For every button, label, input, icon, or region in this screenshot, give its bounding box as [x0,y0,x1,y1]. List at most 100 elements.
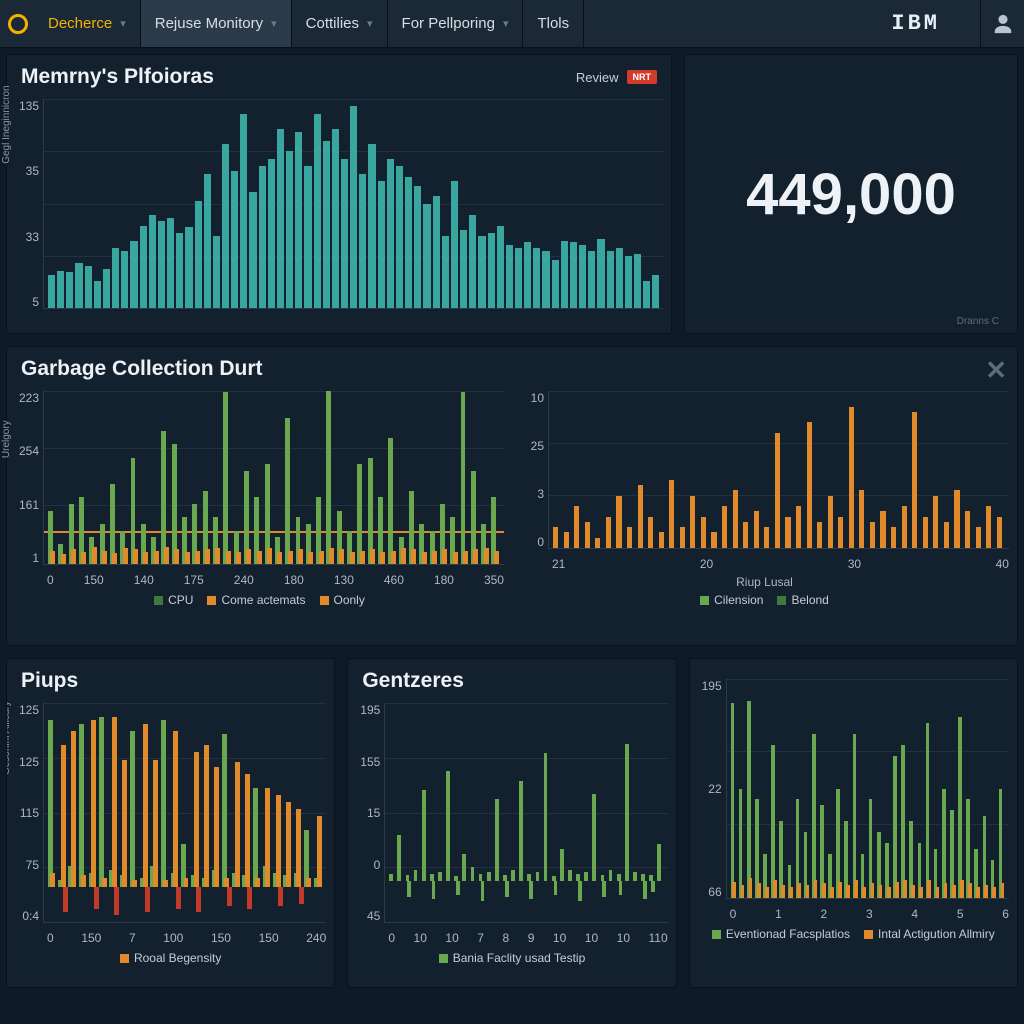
bar [57,271,64,308]
x-tick: 10 [617,931,630,945]
bar [161,720,166,887]
bar [388,438,393,564]
legend-item[interactable]: Belond [777,593,828,607]
nav-item-pellporing[interactable]: For Pellporing ▾ [388,0,524,47]
user-menu[interactable] [980,0,1024,47]
bar [329,548,334,564]
bar [497,226,504,308]
y-tick: 15 [367,806,380,820]
bar [999,789,1003,899]
bar [812,734,816,898]
bar [85,266,92,308]
legend-item[interactable]: CPU [154,593,193,607]
bar [633,872,637,881]
bar [627,527,632,548]
x-tick: 0 [47,931,54,945]
legend-item[interactable]: Bania Faclity usad Testip [439,951,586,965]
bar [552,260,559,308]
review-link[interactable]: Review [576,70,619,85]
bar [396,166,403,308]
plot-area[interactable] [43,703,326,923]
bar [446,771,450,881]
bar [944,522,949,548]
y-axis: 2232541611 [9,391,43,565]
bar [997,517,1002,548]
bar [495,799,499,881]
legend-item[interactable]: Oonly [320,593,365,607]
plot-area[interactable] [43,391,504,565]
bar [442,549,447,564]
legend-item[interactable]: Come actemats [207,593,305,607]
bar [641,874,645,881]
bar [149,215,156,308]
chart-right3: 1952266 [690,673,1017,903]
x-tick: 30 [848,557,861,571]
bar [442,236,449,308]
bar [651,881,655,892]
x-tick: 5 [957,907,964,921]
y-tick: 22 [708,782,721,796]
x-axis: 0150140175240180130460180350 [7,569,512,589]
bar [657,844,661,880]
bar [224,878,229,886]
bar [285,418,290,564]
bar [588,251,595,308]
bar [422,790,426,881]
bar [245,774,250,887]
x-tick: 240 [306,931,326,945]
bar [754,511,759,548]
bar [478,236,485,308]
bar [204,745,209,886]
bar [368,144,375,308]
bar [430,874,434,881]
legend-item[interactable]: Cilension [700,593,763,607]
bar [298,549,303,564]
y-axis: 19515515045 [350,703,384,923]
bar [112,553,117,564]
bar [103,269,110,308]
bar [246,549,251,564]
bar [473,549,478,564]
y-tick: 1 [32,551,39,565]
bar [195,551,200,564]
bar [634,254,641,308]
bar [923,517,928,548]
plot-area[interactable] [43,99,663,309]
bar [669,480,674,548]
bar [494,551,499,564]
bar [830,887,834,898]
plot-area[interactable] [548,391,1009,549]
y-axis-label: Gesoninl Aillcury [6,701,12,775]
detail-link[interactable]: Dranns C [947,314,1009,329]
nav-item-decherce[interactable]: Decherce ▾ [34,0,141,47]
bar [960,880,964,898]
bar [359,174,366,308]
legend-item[interactable]: Intal Actigution Allmiry [864,927,995,941]
x-tick: 8 [502,931,509,945]
bar [469,215,476,308]
bar [66,272,73,308]
y-tick: 254 [19,444,39,458]
bar [92,547,97,564]
close-icon[interactable]: ✕ [985,355,1007,386]
bar [592,794,596,881]
bar [145,887,150,912]
nav-item-tools[interactable]: Tlols [523,0,584,47]
bar [154,551,159,564]
chart-memory: Gegl Ineginnicron 13535335 [7,93,671,313]
panel-gentzeres: Gentzeres 19515515045 01010789101010110 … [347,658,676,988]
legend-item[interactable]: Eventionad Facsplatios [712,927,850,941]
bar [578,881,582,901]
bar [317,816,322,887]
legend-item[interactable]: Rooal Begensity [120,951,221,965]
nav-item-cottilies[interactable]: Cottilies ▾ [292,0,388,47]
panel-title: Garbage Collection Durt [21,357,263,381]
plot-area[interactable] [384,703,667,923]
bar [360,551,365,564]
chart-gentzeres: 19515515045 [348,697,675,927]
bar [544,753,548,881]
plot-area[interactable] [726,679,1009,899]
nav-item-monitor[interactable]: Rejuse Monitory ▾ [141,0,292,47]
bar [48,720,53,887]
bar [231,171,238,308]
